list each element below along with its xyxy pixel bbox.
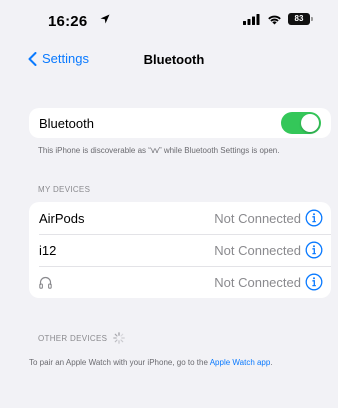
device-row-airpods[interactable]: AirPods Not Connected [29,202,331,234]
wifi-icon [268,15,281,24]
apple-watch-note: To pair an Apple Watch with your iPhone,… [29,357,329,368]
status-time: 16:26 [48,13,88,30]
status-bar: 16:26 83 [0,0,338,40]
device-row-i12[interactable]: i12 Not Connected [29,234,331,266]
info-icon[interactable] [305,273,323,291]
bluetooth-toggle-card: Bluetooth [29,108,331,138]
discoverable-note: This iPhone is discoverable as “vv” whil… [38,146,280,155]
device-name: i12 [39,242,57,258]
info-icon[interactable] [305,241,323,259]
cellular-signal-icon [243,13,260,25]
other-devices-label: OTHER DEVICES [38,333,108,343]
status-icons: 83 [243,13,313,25]
navigation-bar: Settings Bluetooth [0,48,338,76]
bluetooth-toggle[interactable] [281,112,321,134]
page-title: Bluetooth [143,52,205,67]
battery-icon: 83 [288,13,313,25]
apple-watch-note-end: . [270,358,273,367]
device-status: Not Connected [214,275,301,290]
device-name: AirPods [39,210,85,226]
apple-watch-note-text: To pair an Apple Watch with your iPhone,… [29,358,210,367]
loading-spinner-icon [113,332,126,344]
headphones-icon [39,276,52,289]
location-arrow-icon [100,14,110,24]
my-devices-list: AirPods Not Connected i12 Not Connected … [29,202,331,298]
info-icon[interactable] [305,209,323,227]
toggle-knob [301,114,319,132]
bluetooth-label: Bluetooth [39,115,94,131]
device-status: Not Connected [214,243,301,258]
other-devices-header: OTHER DEVICES [38,332,126,344]
bluetooth-row: Bluetooth [29,108,331,138]
apple-watch-app-link[interactable]: Apple Watch app [210,358,271,367]
my-devices-header: MY DEVICES [38,185,91,194]
device-row-unnamed-headphones[interactable]: Not Connected [29,266,331,298]
device-status: Not Connected [214,211,301,226]
